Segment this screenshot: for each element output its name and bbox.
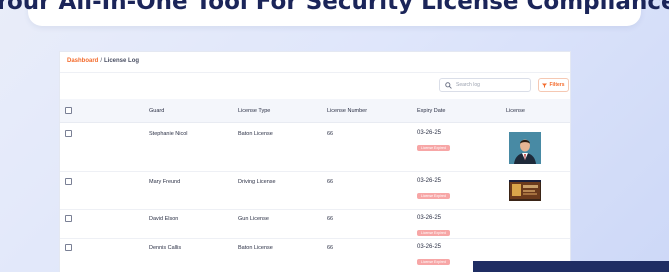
table-row[interactable]: David Elson Gun License 66 03-26-25 Lice…	[60, 210, 570, 239]
expiry-cell: 03-26-25 License Expired	[417, 215, 450, 239]
filters-button[interactable]: Filters	[538, 78, 569, 92]
filter-icon	[542, 83, 548, 88]
license-type: Driving License	[238, 179, 276, 185]
table-header: Guard License Type License Number Expiry…	[60, 99, 570, 123]
filters-label: Filters	[549, 82, 565, 88]
person-portrait-icon	[509, 132, 541, 164]
search-box[interactable]	[439, 78, 531, 92]
guard-name: Dennis Callis	[149, 245, 182, 251]
search-icon	[445, 81, 452, 89]
expiry-cell: 03-26-25 License Expired	[417, 130, 450, 154]
license-type: Baton License	[238, 131, 273, 137]
decorative-dark-panel	[473, 261, 669, 272]
table-row[interactable]: Mary Freund Driving License 66 03-26-25 …	[60, 172, 570, 210]
license-number: 66	[327, 179, 334, 185]
expiry-date: 03-26-25	[417, 244, 442, 250]
select-all-checkbox[interactable]	[65, 107, 72, 114]
expiry-date: 03-26-25	[417, 178, 442, 184]
license-number: 66	[327, 216, 334, 222]
header-divider	[60, 72, 570, 73]
license-number: 66	[327, 245, 334, 251]
column-header-license: License	[506, 108, 525, 114]
license-photo-thumbnail[interactable]	[509, 180, 541, 201]
table-row[interactable]: Stephanie Nicol Baton License 66 03-26-2…	[60, 124, 570, 172]
expiry-cell: 03-26-25 License Expired	[417, 178, 450, 202]
row-checkbox[interactable]	[65, 215, 72, 222]
expiry-date: 03-26-25	[417, 215, 442, 221]
search-input[interactable]	[456, 82, 526, 88]
status-badge: License Expired	[417, 230, 450, 236]
hero-banner: Your All-In-One Tool For Security Licens…	[0, 0, 669, 26]
status-badge: License Expired	[417, 145, 450, 151]
breadcrumb-current: License Log	[104, 58, 140, 64]
row-checkbox[interactable]	[65, 244, 72, 251]
column-header-guard[interactable]: Guard	[149, 108, 164, 114]
breadcrumb-separator: /	[100, 58, 103, 64]
license-card-image-icon	[509, 180, 541, 201]
guard-name: Stephanie Nicol	[149, 131, 188, 137]
guard-name: Mary Freund	[149, 179, 181, 185]
license-number: 66	[327, 131, 334, 137]
status-badge: License Expired	[417, 193, 450, 199]
license-type: Baton License	[238, 245, 273, 251]
license-type: Gun License	[238, 216, 269, 222]
row-checkbox[interactable]	[65, 130, 72, 137]
expiry-date: 03-26-25	[417, 130, 442, 136]
license-log-panel: Dashboard / License Log Filters Guard Li…	[59, 51, 571, 272]
column-header-license-number[interactable]: License Number	[327, 108, 367, 114]
breadcrumb-dashboard-link[interactable]: Dashboard	[67, 58, 98, 64]
guard-name: David Elson	[149, 216, 179, 222]
status-badge: License Expired	[417, 259, 450, 265]
column-header-license-type[interactable]: License Type	[238, 108, 270, 114]
row-checkbox[interactable]	[65, 178, 72, 185]
license-photo-thumbnail[interactable]	[509, 132, 541, 164]
breadcrumb: Dashboard / License Log	[67, 58, 139, 64]
hero-title: Your All-In-One Tool For Security Licens…	[0, 0, 669, 15]
column-header-expiry-date[interactable]: Expiry Date	[417, 108, 445, 114]
expiry-cell: 03-26-25 License Expired	[417, 244, 450, 268]
